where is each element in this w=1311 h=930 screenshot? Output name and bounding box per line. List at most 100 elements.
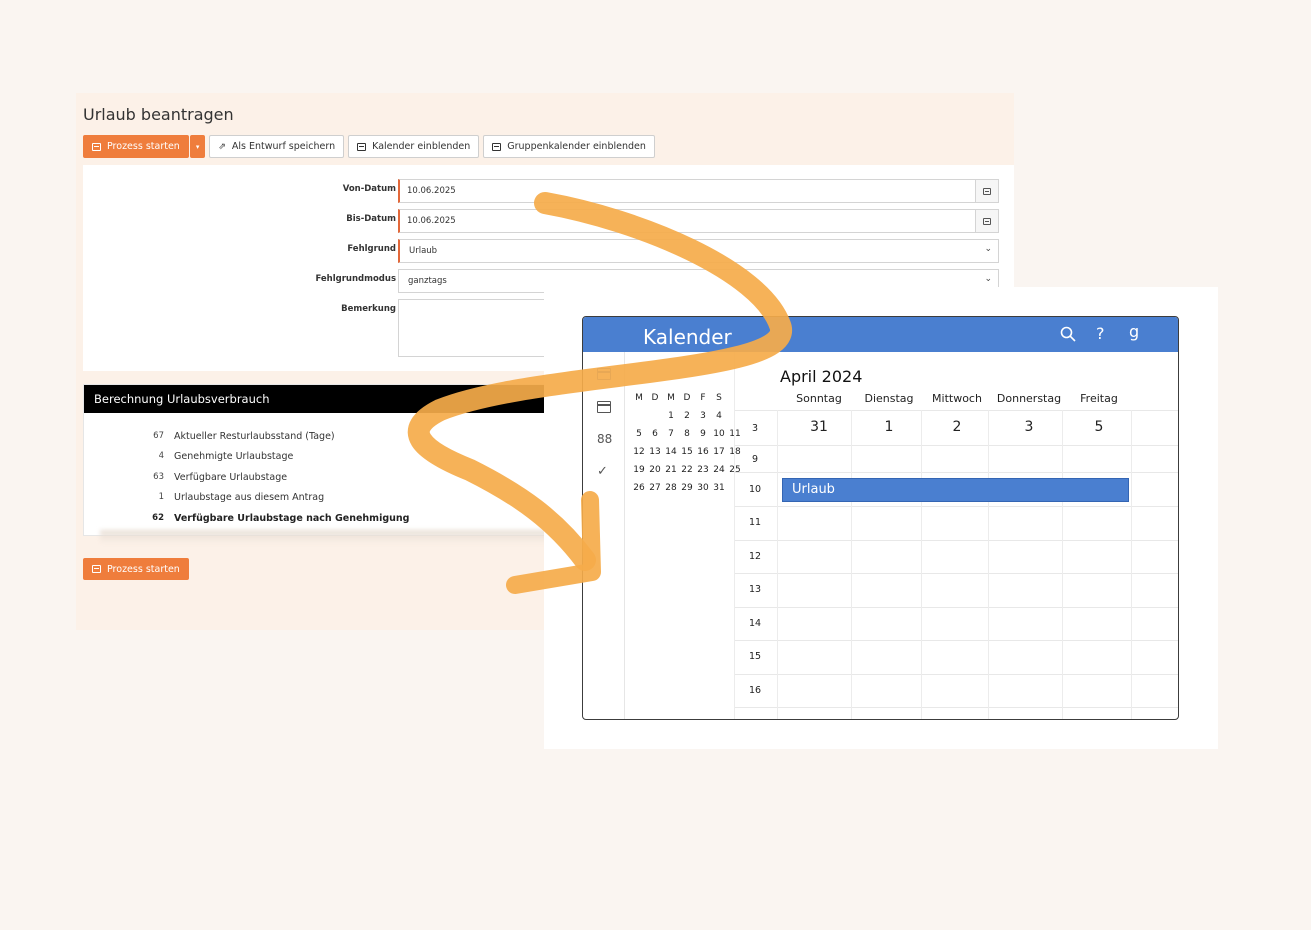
mini-day[interactable]: 19 xyxy=(631,465,647,475)
calc-label: Verfügbare Urlaubstage xyxy=(174,472,288,483)
start-process-bottom-button[interactable]: Prozess starten xyxy=(83,558,189,580)
grid-line xyxy=(735,674,1178,675)
calendar-icon xyxy=(492,142,502,151)
vacation-calculation-panel: Berechnung Urlaubsverbrauch 67 Aktueller… xyxy=(83,384,554,536)
grid-line xyxy=(735,410,1178,411)
calc-value: 1 xyxy=(158,492,164,502)
mini-day[interactable]: 27 xyxy=(647,483,663,493)
mini-day[interactable]: 29 xyxy=(679,483,695,493)
mini-day[interactable]: 8 xyxy=(679,429,695,439)
show-calendar-button[interactable]: Kalender einblenden xyxy=(348,135,480,158)
show-calendar-label: Kalender einblenden xyxy=(372,141,471,152)
mini-day[interactable]: 26 xyxy=(631,483,647,493)
group-icon[interactable]: 88 xyxy=(597,432,612,446)
calc-value: 62 xyxy=(152,513,164,523)
calc-label: Verfügbare Urlaubstage nach Genehmigung xyxy=(174,513,410,524)
calendar-event-urlaub[interactable]: Urlaub xyxy=(782,478,1129,502)
mini-day[interactable]: 14 xyxy=(663,447,679,457)
day-number[interactable]: 5 xyxy=(1063,419,1135,435)
mini-day[interactable]: 2 xyxy=(679,411,695,421)
mini-day[interactable]: 23 xyxy=(695,465,711,475)
check-icon[interactable]: ✓ xyxy=(597,464,611,479)
grid-line xyxy=(735,506,1178,507)
show-group-calendar-button[interactable]: Gruppenkalender einblenden xyxy=(483,135,655,158)
bis-datum-picker-button[interactable] xyxy=(975,210,998,232)
user-icon[interactable]: g xyxy=(1129,322,1139,341)
calc-label: Aktueller Resturlaubsstand (Tage) xyxy=(174,431,335,442)
grid-line xyxy=(1062,410,1063,719)
save-icon xyxy=(92,565,101,573)
day-number[interactable]: 2 xyxy=(921,419,993,435)
von-datum-picker-button[interactable] xyxy=(975,180,998,202)
mini-day[interactable]: 4 xyxy=(711,411,727,421)
von-datum-row: Von-Datum 10.06.2025 xyxy=(83,179,1014,203)
mini-day[interactable]: 28 xyxy=(663,483,679,493)
von-datum-input[interactable]: 10.06.2025 xyxy=(398,179,999,203)
calendar-list-icon[interactable] xyxy=(597,401,611,413)
grid-line xyxy=(735,607,1178,608)
mini-day[interactable]: 30 xyxy=(695,483,711,493)
chevron-down-icon: ⌄ xyxy=(984,274,992,284)
mini-day[interactable]: 17 xyxy=(711,447,727,457)
mini-day[interactable]: 1 xyxy=(663,411,679,421)
bis-datum-row: Bis-Datum 10.06.2025 xyxy=(83,209,1014,233)
day-header: Mittwoch xyxy=(932,392,982,405)
mini-day[interactable]: 20 xyxy=(647,465,663,475)
day-number[interactable]: 3 xyxy=(989,419,1069,435)
calendar-title: Kalender xyxy=(643,325,732,349)
search-icon[interactable] xyxy=(1060,326,1076,346)
mini-day[interactable]: 5 xyxy=(631,429,647,439)
start-process-label: Prozess starten xyxy=(107,141,180,152)
hour-label: 15 xyxy=(748,651,762,662)
mini-day[interactable]: 6 xyxy=(647,429,663,439)
mini-day[interactable]: 3 xyxy=(695,411,711,421)
save-draft-label: Als Entwurf speichern xyxy=(231,141,336,152)
calc-value: 67 xyxy=(153,431,164,441)
grid-line xyxy=(1131,410,1132,719)
day-number[interactable]: 1 xyxy=(851,419,927,435)
calendar-window: Kalender ? g 88 ✓ M D M D F S 1 2 3 4 5 … xyxy=(582,316,1179,720)
help-icon[interactable]: ? xyxy=(1096,324,1105,343)
bis-datum-input[interactable]: 10.06.2025 xyxy=(398,209,999,233)
save-draft-button[interactable]: ⇗ Als Entwurf speichern xyxy=(209,135,345,158)
calc-label: Genehmigte Urlaubstage xyxy=(174,451,294,462)
von-datum-value: 10.06.2025 xyxy=(407,186,456,196)
grid-line xyxy=(735,472,1178,473)
week-number: 3 xyxy=(751,423,759,434)
save-icon xyxy=(92,142,101,151)
mini-day[interactable]: 22 xyxy=(679,465,695,475)
mini-day[interactable]: 12 xyxy=(631,447,647,457)
mini-weekday: D xyxy=(683,393,691,403)
fehlgrund-select[interactable]: Urlaub ⌄ xyxy=(398,239,999,263)
day-number[interactable]: 31 xyxy=(779,419,859,435)
grid-line xyxy=(735,573,1178,574)
mini-day[interactable]: 15 xyxy=(679,447,695,457)
week-view: April 2024 Sonntag Dienstag Mittwoch Don… xyxy=(734,352,1178,719)
day-header: Donnerstag xyxy=(996,392,1062,405)
mini-day[interactable]: 16 xyxy=(695,447,711,457)
calendar-icon xyxy=(983,187,991,195)
day-header: Freitag xyxy=(1080,392,1118,405)
grid-line xyxy=(735,445,1178,446)
start-process-button[interactable]: Prozess starten xyxy=(83,135,189,158)
calc-value: 63 xyxy=(153,472,164,482)
mini-day[interactable]: 31 xyxy=(711,483,727,493)
toolbar: Prozess starten ▾ ⇗ Als Entwurf speicher… xyxy=(83,135,655,158)
mini-weekday: D xyxy=(651,393,659,403)
bis-datum-value: 10.06.2025 xyxy=(407,216,456,226)
start-process-bottom-label: Prozess starten xyxy=(107,563,180,575)
mini-day[interactable]: 9 xyxy=(695,429,711,439)
hour-label: 9 xyxy=(751,454,759,465)
mini-day[interactable]: 10 xyxy=(711,429,727,439)
calendar-view-icon[interactable] xyxy=(597,368,611,380)
hour-label: 13 xyxy=(748,584,762,595)
mini-day[interactable]: 7 xyxy=(663,429,679,439)
mini-day[interactable]: 24 xyxy=(711,465,727,475)
fehlgrundmodus-value: ganztags xyxy=(408,276,447,286)
mini-weekday: F xyxy=(700,393,706,403)
mini-day[interactable]: 13 xyxy=(647,447,663,457)
start-process-dropdown[interactable]: ▾ xyxy=(189,135,206,158)
day-header: Dienstag xyxy=(864,392,914,405)
mini-day[interactable]: 21 xyxy=(663,465,679,475)
hour-label: 16 xyxy=(748,685,762,696)
